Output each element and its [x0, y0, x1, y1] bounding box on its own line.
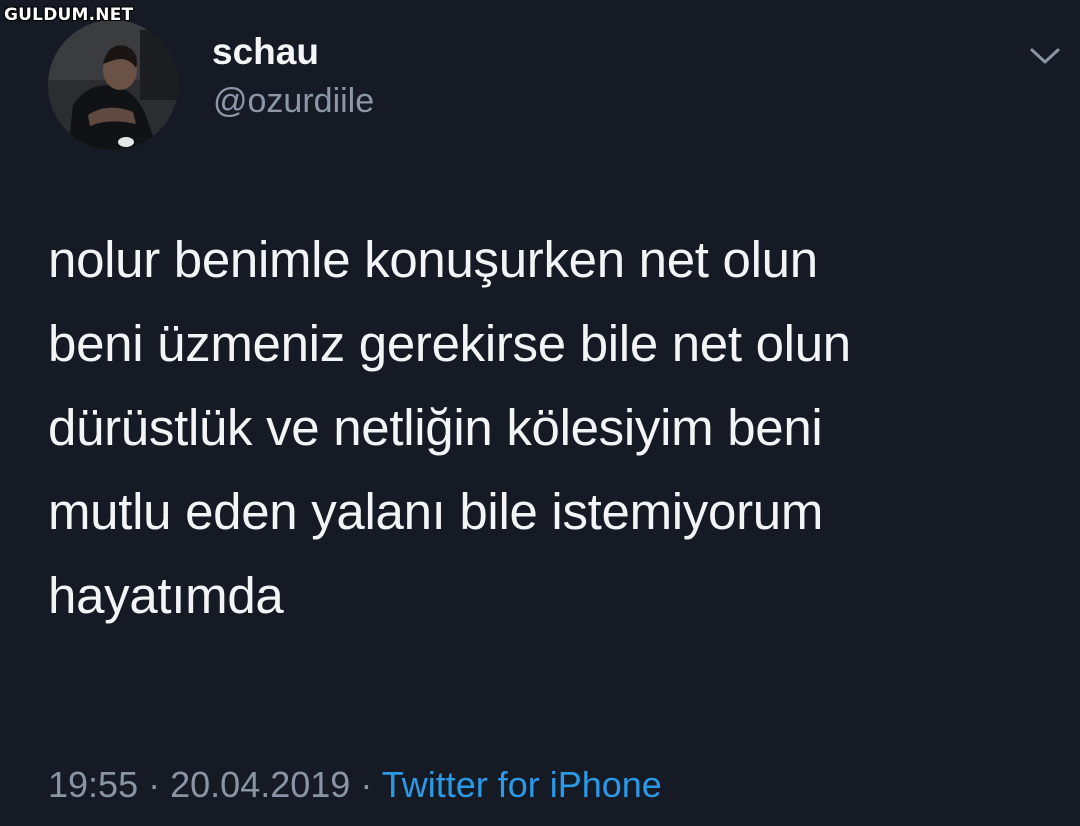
tweet-meta: 19:55 · 20.04.2019 · Twitter for iPhone: [48, 762, 662, 808]
user-handle[interactable]: @ozurdiile: [213, 80, 374, 122]
tweet-text-line: beni üzmeniz gerekirse bile net olun: [48, 315, 851, 372]
tweet-source-link[interactable]: Twitter for iPhone: [382, 764, 662, 805]
tweet-text-line: mutlu eden yalanı bile istemiyorum: [48, 483, 823, 540]
tweet-text-line: dürüstlük ve netliğin kölesiyim beni: [48, 399, 823, 456]
meta-separator: ·: [148, 764, 161, 805]
tweet-text: nolur benimle konuşurken net olun beni ü…: [48, 218, 1048, 638]
display-name[interactable]: schau: [212, 30, 319, 74]
tweet-text-line: nolur benimle konuşurken net olun: [48, 231, 818, 288]
tweet-time[interactable]: 19:55: [48, 764, 138, 805]
meta-separator: ·: [360, 764, 373, 805]
watermark-logo: GULDUM.NET: [4, 5, 134, 25]
tweet-text-line: hayatımda: [48, 567, 284, 624]
chevron-down-icon[interactable]: [1028, 44, 1062, 68]
avatar-photo: [48, 20, 178, 150]
avatar[interactable]: [48, 20, 178, 150]
tweet-date[interactable]: 20.04.2019: [170, 764, 350, 805]
